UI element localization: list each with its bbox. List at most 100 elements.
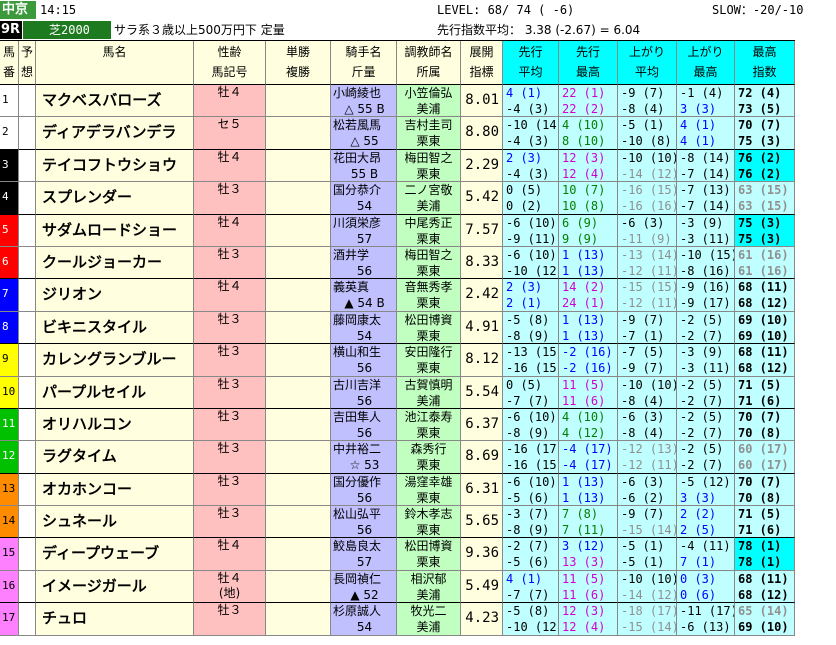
horse-mark [194, 262, 265, 277]
early-best-1: 22 (1) [562, 86, 606, 100]
race-name: サラ系３歳以上500万円下 定量 [114, 23, 285, 37]
best-index: 70 (7) 70 (8) [735, 408, 795, 442]
column-header: 最高 指数 [735, 41, 795, 85]
early-average-2: -7 (7) [506, 393, 550, 408]
column-header: 展開 指標 [461, 41, 503, 85]
last-best: -5 (12) 3 (3) [677, 473, 735, 507]
jockey: 鮫島良太 57 [331, 538, 397, 571]
last-best-2: -2 (7) [680, 458, 724, 473]
horse-number: 8 [0, 311, 19, 345]
last-average-1: -9 (7) [621, 507, 665, 522]
horse-name: オリハルコン [36, 408, 194, 442]
early-best: -2 (16) -2 (16) [559, 344, 618, 377]
odds [266, 182, 331, 215]
early-best-2: 12 (4) [562, 620, 606, 635]
odds [266, 246, 331, 280]
best-index: 68 (11) 68 (12) [735, 570, 795, 604]
best-index-1: 65 (14) [738, 604, 789, 619]
early-best-2: 1 (13) [562, 263, 606, 278]
early-best-2: 1 (13) [562, 490, 606, 505]
trainer-belong: 美浦 [416, 199, 441, 214]
best-index-1: 68 (11) [738, 571, 789, 586]
last-best: 2 (2) 2 (5) [677, 506, 735, 539]
early-average-2: -5 (6) [506, 555, 550, 570]
best-index: 60 (17) 60 (17) [735, 441, 795, 474]
last-best-1: 4 (1) [680, 118, 717, 133]
horse-number: 9 [0, 344, 19, 377]
last-average-1: -9 (7) [621, 86, 665, 100]
column-header-line2: 想 [20, 65, 33, 79]
last-best-1: -4 (11) [680, 539, 731, 554]
last-average-1: -16 (15) [621, 183, 677, 198]
sex-age-value: 牡４ [217, 279, 242, 294]
pace-index: 8.12 [461, 344, 503, 377]
best-index-1: 71 (5) [738, 507, 782, 522]
jockey: 松若風馬 △ 55 [331, 117, 397, 150]
column-header: 単勝 複勝 [266, 41, 331, 85]
last-average-2: -8 (4) [621, 393, 665, 408]
odds [266, 311, 331, 345]
horse-mark [194, 553, 265, 568]
trainer: 音無秀孝 栗東 [397, 279, 461, 312]
early-average-2: -9 (11) [506, 231, 557, 246]
last-average: -10 (10) -14 (12) [618, 149, 677, 183]
sex-age: 牡３ [194, 311, 266, 345]
odds [266, 603, 331, 636]
best-index-2: 78 (1) [738, 555, 782, 570]
last-best-1: -2 (5) [680, 409, 724, 424]
horse-mark [194, 197, 265, 212]
odds [266, 473, 331, 507]
horse-mark [194, 489, 265, 504]
early-average-1: -13 (15) [506, 345, 559, 360]
trainer-belong: 栗東 [416, 231, 441, 246]
jockey-name: 松山弘平 [333, 507, 382, 522]
trainer: 梅田智之 栗東 [397, 149, 461, 183]
trainer: 松田博資 栗東 [397, 311, 461, 345]
jockey: 中井裕二 ☆ 53 [331, 441, 397, 474]
pace-index: 7.57 [461, 214, 503, 247]
horse-mark [194, 392, 265, 407]
column-header-line1: 予 [20, 45, 33, 59]
best-index-2: 70 (8) [738, 490, 782, 505]
last-best-1: -9 (16) [680, 280, 731, 295]
column-header-line2: 最高 [575, 65, 600, 79]
best-index-2: 71 (6) [738, 393, 782, 408]
prediction-mark [19, 149, 36, 183]
early-average-1: -10 (14) [506, 118, 559, 133]
early-average-1: 0 (5) [506, 377, 543, 392]
weight: 56 [356, 361, 373, 376]
sex-age: 牡４ [194, 85, 266, 118]
horse-number: 17 [0, 603, 19, 636]
trainer-belong: 栗東 [416, 555, 441, 570]
column-header-line1: 調教師名 [404, 45, 453, 59]
last-average-1: -10 (10) [621, 150, 677, 165]
early-average: 2 (3) 2 (1) [503, 279, 559, 312]
early-average-1: 4 (1) [506, 571, 543, 586]
early-best: 1 (13) 1 (13) [559, 311, 618, 345]
last-average: -15 (15) -12 (11) [618, 279, 677, 312]
weight: △ 55 B [344, 102, 385, 116]
column-header-line2: 番 [2, 65, 15, 79]
last-average: -18 (17) -15 (14) [618, 603, 677, 636]
last-average: -9 (7) -7 (1) [618, 311, 677, 345]
early-average-2: -8 (9) [506, 425, 550, 440]
last-average: -7 (5) -9 (7) [618, 344, 677, 377]
trainer: 梅田智之 栗東 [397, 246, 461, 280]
trainer-name: 音無秀孝 [404, 280, 453, 295]
column-header-line1: 展開 [469, 45, 494, 59]
best-index: 75 (3) 75 (3) [735, 214, 795, 247]
trainer: 中尾秀正 栗東 [397, 214, 461, 247]
column-header-line2: 最高 [693, 65, 718, 79]
trainer-belong: 栗東 [416, 458, 441, 473]
horse-name: シュネール [36, 506, 194, 539]
jockey-name: 横山和生 [333, 345, 382, 360]
pace-index: 4.91 [461, 311, 503, 345]
early-best-1: 3 (12) [562, 539, 606, 554]
column-header-line1: 馬 [2, 45, 15, 59]
early-best-2: 1 (13) [562, 328, 606, 343]
prediction-mark [19, 538, 36, 571]
early-average: -6 (10) -5 (6) [503, 473, 559, 507]
early-best-2: 8 (10) [562, 134, 606, 149]
early-best-1: 7 (8) [562, 507, 599, 522]
last-average-2: -12 (11) [621, 296, 677, 311]
